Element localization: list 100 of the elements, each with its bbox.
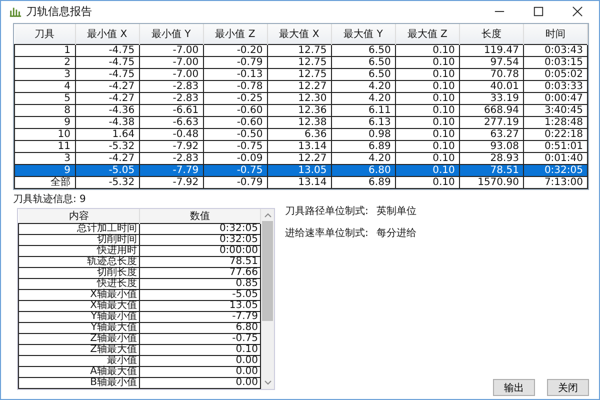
table-cell: 0.10 [395, 116, 460, 128]
table-cell: Z轴最大值 [18, 344, 140, 356]
table-cell: 6.50 [331, 68, 396, 80]
table-cell: 13.14 [267, 140, 332, 152]
table-cell: 78.51 [140, 256, 260, 268]
column-header[interactable]: 最大值 Z [395, 24, 460, 44]
scrollbar[interactable] [261, 209, 274, 389]
table-cell: -2.83 [139, 80, 204, 92]
table-cell: 33.19 [459, 92, 524, 104]
column-header[interactable]: 数值 [140, 209, 260, 224]
table-cell: 0:00:47 [523, 92, 588, 104]
scroll-down-icon[interactable] [264, 380, 272, 386]
table-row[interactable]: 全部 -5.32 -7.92 -0.79 13.14 6.89 0.10 1570.90 7:13:00 [14, 176, 588, 188]
column-header[interactable]: 长度 [459, 24, 524, 44]
table-cell: -0.75 [140, 334, 260, 344]
table-cell: -5.05 [75, 164, 140, 176]
table-cell: 1:28:48 [523, 116, 588, 128]
close-icon[interactable] [572, 6, 583, 16]
table-cell: -0.75 [203, 140, 268, 152]
column-header[interactable]: 最大值 X [267, 24, 332, 44]
table-cell: -7.92 [139, 140, 204, 152]
column-header[interactable]: 刀具 [14, 24, 75, 44]
table-cell: 6.36 [267, 128, 332, 140]
table-cell: X轴最小值 [18, 290, 140, 300]
table-cell: 12.27 [267, 80, 332, 92]
table-row[interactable]: 1 -4.75 -7.00 -0.20 12.75 6.50 0.10 119.47 0:03:43 [14, 44, 588, 56]
table-cell: 4.20 [331, 80, 396, 92]
table-cell: 0:03:15 [523, 56, 588, 68]
table-cell: 0.98 [331, 128, 396, 140]
table-cell: 6.80 [140, 322, 260, 334]
column-header[interactable]: 最小值 Z [203, 24, 268, 44]
column-header[interactable]: 内容 [18, 209, 140, 224]
table-cell: -0.48 [139, 128, 204, 140]
table-cell: -4.27 [75, 92, 140, 104]
table-cell: 0.10 [395, 80, 460, 92]
table-row[interactable]: 10 1.64 -0.48 -0.50 6.36 0.98 0.10 63.27 0:22:18 [14, 128, 588, 140]
table-cell: B轴最小值 [18, 378, 140, 388]
table-cell: -0.25 [203, 92, 268, 104]
table-cell: 10 [14, 128, 75, 140]
table-cell: -0.75 [203, 164, 268, 176]
table-cell: 0.10 [395, 104, 460, 116]
table-cell: 6.11 [331, 104, 396, 116]
table-cell: -7.79 [140, 312, 260, 322]
table-cell: 1 [14, 44, 75, 56]
scrollbar-thumb[interactable] [262, 221, 273, 321]
table-row[interactable]: 3 -4.75 -7.00 -0.13 12.75 6.50 0.10 70.78 0:05:02 [14, 68, 588, 80]
maximize-icon[interactable] [533, 6, 544, 16]
column-header[interactable]: 最大值 Y [331, 24, 396, 44]
table-row[interactable]: 9 -5.05 -7.79 -0.75 13.05 6.80 0.10 78.51 0:32:05 [14, 164, 588, 176]
table-cell: 0.10 [395, 128, 460, 140]
table-cell: 7:13:00 [523, 176, 588, 188]
table-cell: 77.66 [140, 268, 260, 278]
table-cell: Z轴最小值 [18, 334, 140, 344]
table-cell: -0.78 [203, 80, 268, 92]
table-cell: 4 [14, 80, 75, 92]
table-cell: 12.38 [267, 116, 332, 128]
table-cell: -5.32 [75, 140, 140, 152]
table-cell: 全部 [14, 176, 75, 188]
table-row[interactable]: 4 -4.27 -2.83 -0.78 12.27 4.20 0.10 40.01 0:03:33 [14, 80, 588, 92]
table-cell: 6.13 [331, 116, 396, 128]
table-cell: 0:22:18 [523, 128, 588, 140]
table-cell: 2 [14, 56, 75, 68]
table-cell: -4.75 [75, 56, 140, 68]
table-cell: 9 [14, 164, 75, 176]
table-cell: 70.78 [459, 68, 524, 80]
table-row[interactable]: 11 -5.32 -7.92 -0.75 13.14 6.89 0.10 93.08 0:51:01 [14, 140, 588, 152]
table-row[interactable]: 5 -4.27 -2.83 -0.25 12.30 4.20 0.10 33.19 0:00:47 [14, 92, 588, 104]
table-cell: 0.10 [395, 140, 460, 152]
table-row[interactable]: 9 -4.38 -6.63 -0.60 12.38 6.13 0.10 277.19 1:28:48 [14, 116, 588, 128]
table-row[interactable]: 8 -4.36 -6.61 -0.60 12.36 6.11 0.10 668.94 3:40:45 [14, 104, 588, 116]
table-cell: 0.10 [140, 344, 260, 356]
table-cell: 4.20 [331, 92, 396, 104]
table-cell: 0:32:05 [140, 234, 260, 246]
column-header[interactable]: 最小值 Y [139, 24, 204, 44]
table-cell: 0.85 [140, 278, 260, 290]
column-header[interactable]: 最小值 X [75, 24, 140, 44]
table-row[interactable]: 2 -4.75 -7.00 -0.79 12.75 6.50 0.10 97.54 0:03:15 [14, 56, 588, 68]
table-cell: -0.60 [203, 116, 268, 128]
table-cell: 12.75 [267, 56, 332, 68]
table-cell: 0:03:33 [523, 80, 588, 92]
table-cell: 6.89 [331, 140, 396, 152]
table-cell: 0.10 [395, 68, 460, 80]
dialog-button[interactable]: 关闭 [547, 379, 589, 396]
table-cell: 13.05 [140, 300, 260, 312]
column-header[interactable]: 时间 [523, 24, 588, 44]
window-title: 刀轨信息报告 [26, 4, 92, 18]
table-cell: -7.00 [139, 44, 204, 56]
table-cell: 12.30 [267, 92, 332, 104]
table-cell: -4.27 [75, 80, 140, 92]
table-cell: 6.89 [331, 176, 396, 188]
table-cell: -6.63 [139, 116, 204, 128]
table-cell: 11 [14, 140, 75, 152]
table-cell: 0:00:00 [140, 246, 260, 256]
table-cell: -4.75 [75, 68, 140, 80]
scroll-up-icon[interactable] [264, 212, 272, 218]
table-cell: -7.92 [139, 176, 204, 188]
table-cell: 总计加工时间 [18, 224, 140, 234]
dialog-button[interactable]: 输出 [493, 379, 535, 396]
table-cell: 3 [14, 68, 75, 80]
table-cell: 12.75 [267, 44, 332, 56]
